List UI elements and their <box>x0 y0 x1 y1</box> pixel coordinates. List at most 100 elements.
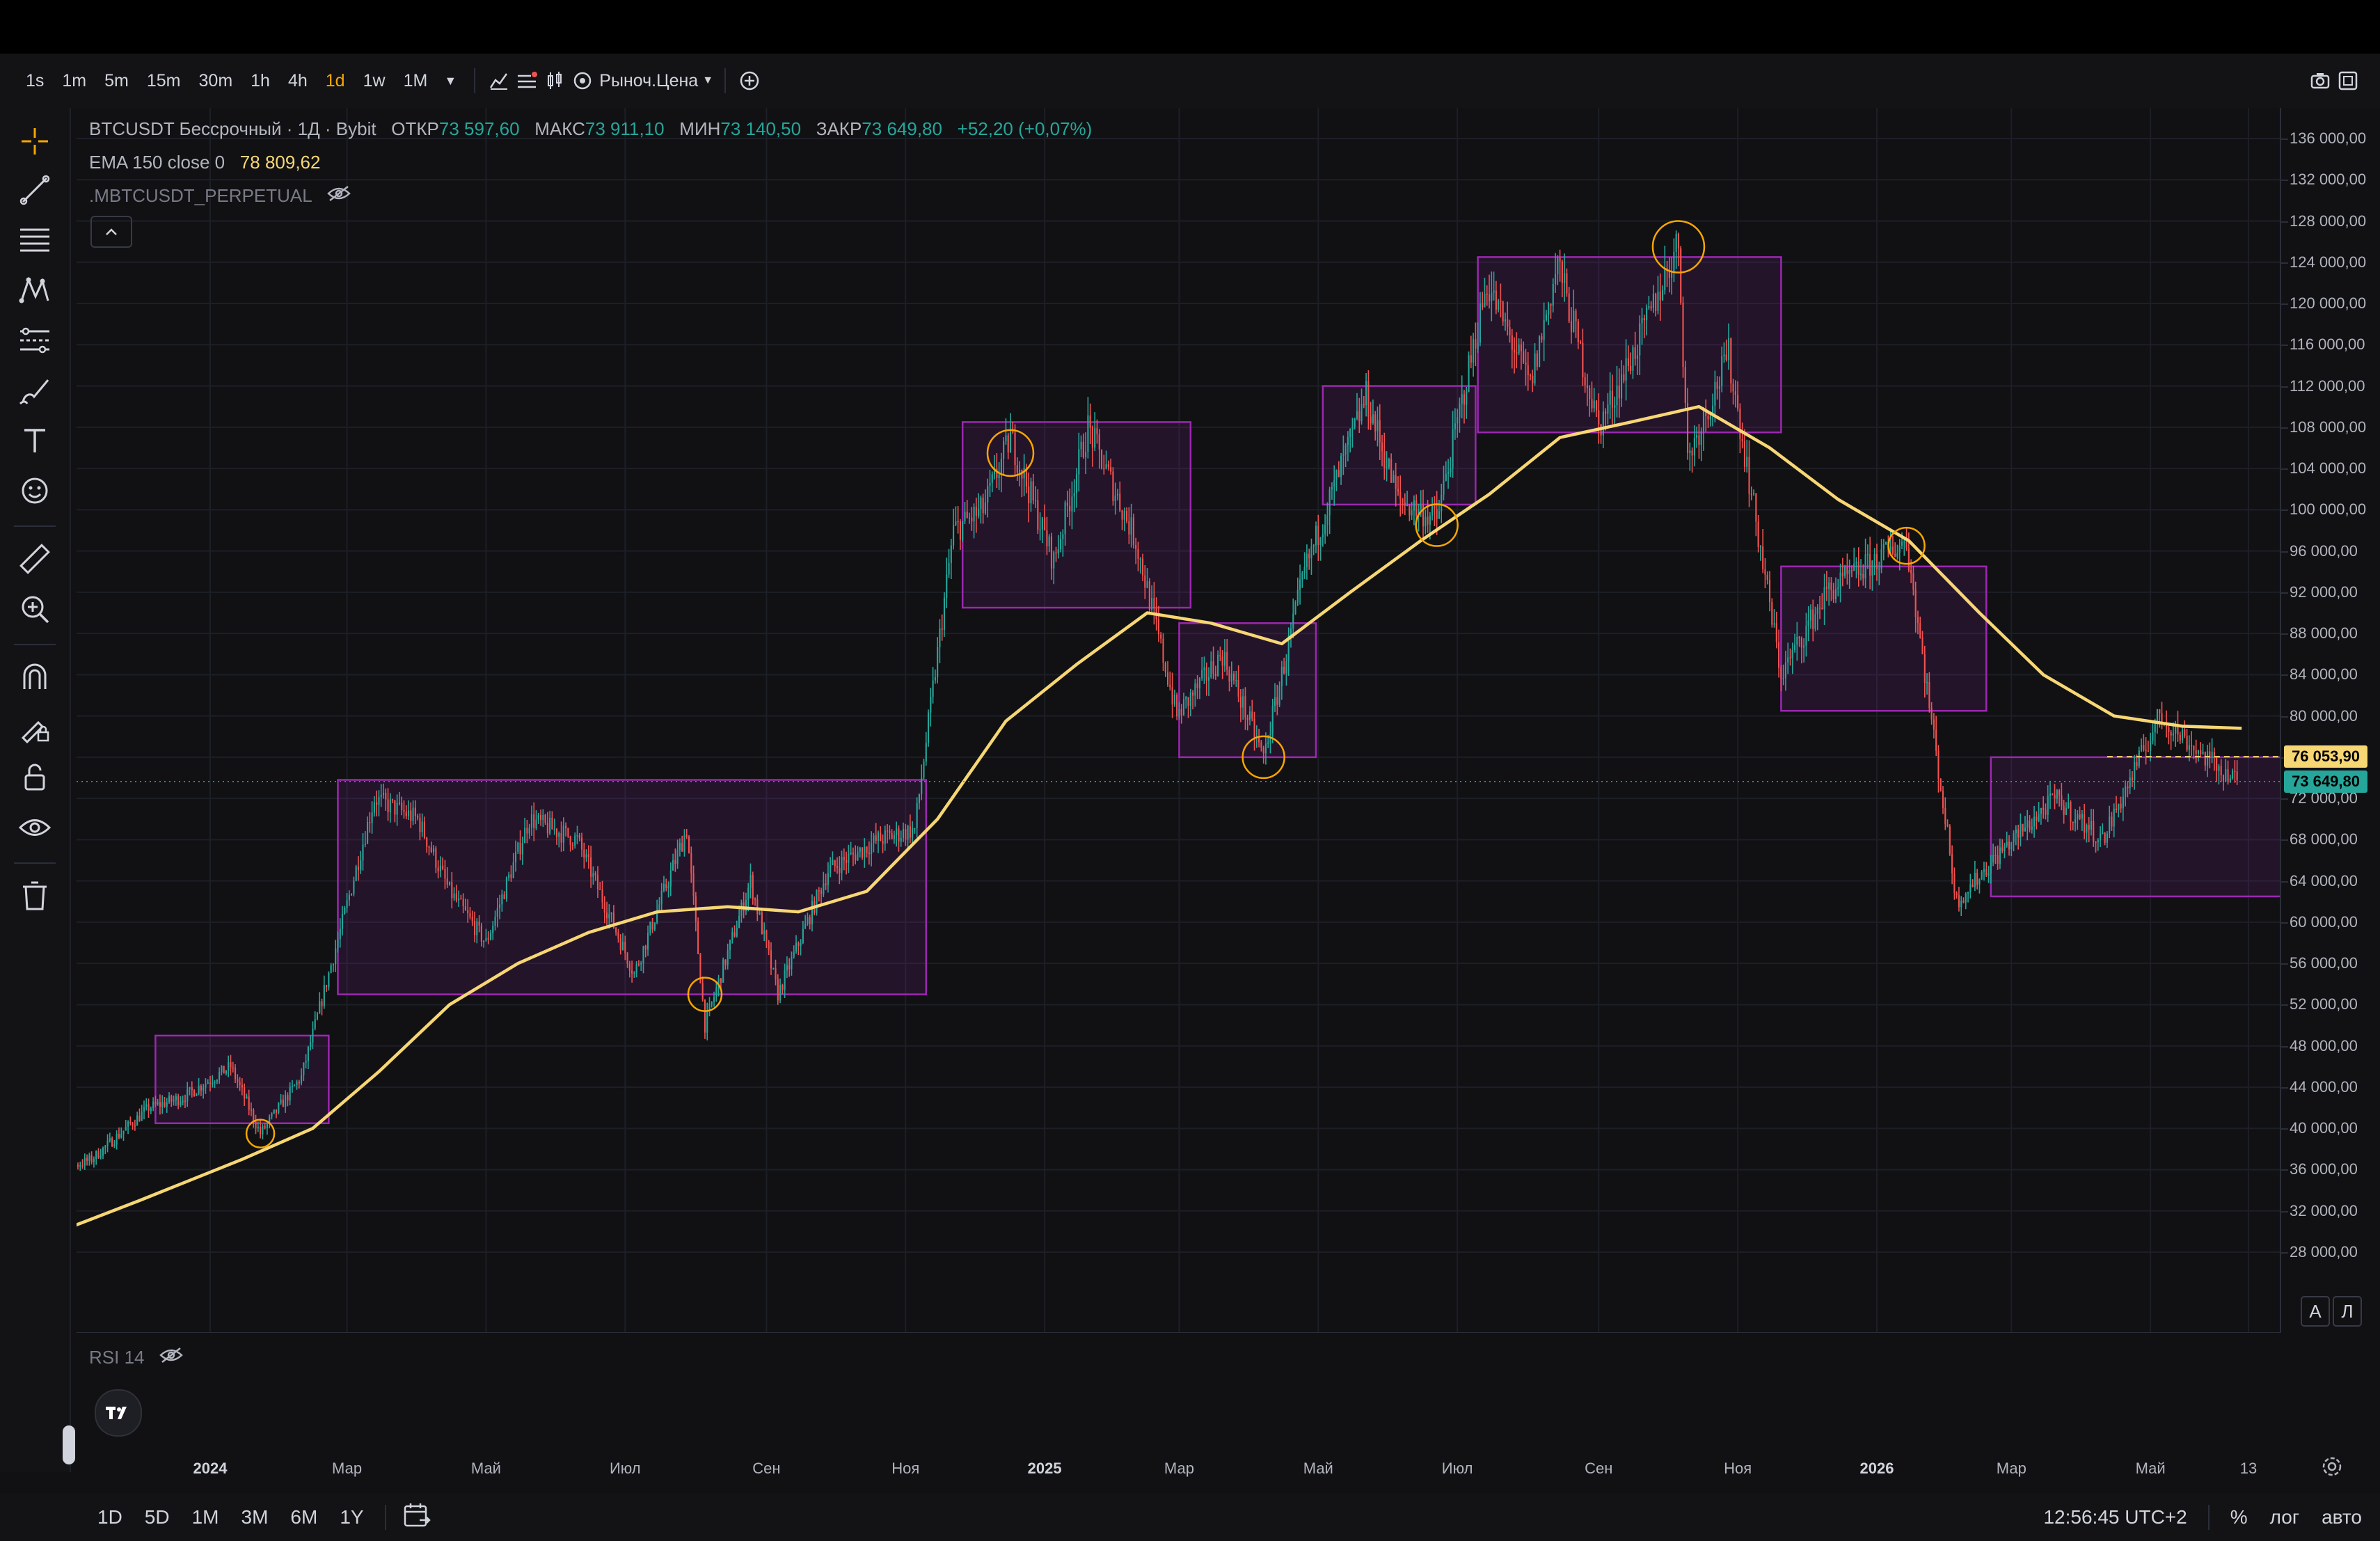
legend-symbol[interactable]: BTCUSDT Бессрочный · 1Д · Bybit <box>89 118 376 139</box>
candle-body <box>1012 431 1014 433</box>
interval-30m[interactable]: 30m <box>190 71 242 91</box>
collapse-legend-button[interactable] <box>90 216 132 248</box>
candle-body <box>2179 734 2181 741</box>
legend-close-label: ЗАКР <box>816 118 862 139</box>
calendar-icon[interactable] <box>396 1502 438 1532</box>
candles-icon[interactable] <box>541 67 569 95</box>
chart-type-line-icon[interactable] <box>485 67 513 95</box>
candle-body <box>2152 732 2154 741</box>
log-scale-button[interactable]: Л <box>2333 1296 2362 1327</box>
camera-icon[interactable] <box>2306 67 2334 95</box>
emoji-icon[interactable] <box>15 471 54 510</box>
candle-body <box>471 917 473 922</box>
crosshair-icon[interactable] <box>15 122 54 161</box>
candle-body <box>79 1165 81 1167</box>
interval-1m[interactable]: 1m <box>53 71 95 91</box>
candle-body <box>1182 699 1185 716</box>
tradingview-logo[interactable] <box>95 1389 142 1437</box>
pattern-icon[interactable] <box>15 271 54 310</box>
candle-body <box>266 1123 268 1128</box>
candle-body <box>752 874 754 899</box>
candle-body <box>376 802 378 805</box>
text-tool-icon[interactable] <box>15 421 54 460</box>
candle-body <box>1502 301 1504 322</box>
legend-index[interactable]: .MBTCUSDT_PERPETUAL <box>89 185 351 207</box>
auto-scale-button[interactable]: A <box>2301 1296 2330 1327</box>
zoom-in-icon[interactable] <box>15 590 54 629</box>
candle-body <box>1319 537 1322 546</box>
interval-15m[interactable]: 15m <box>138 71 190 91</box>
axis-settings-icon[interactable] <box>2320 1455 2344 1482</box>
lock-icon[interactable] <box>15 758 54 797</box>
trash-icon[interactable] <box>15 876 54 915</box>
candle-body <box>1714 381 1716 406</box>
interval-dropdown-chevron-icon[interactable]: ▼ <box>436 67 464 95</box>
eye-icon[interactable] <box>15 808 54 847</box>
candle-body <box>1707 416 1709 420</box>
candle-body <box>788 965 791 970</box>
interval-1w[interactable]: 1w <box>354 71 395 91</box>
interval-4h[interactable]: 4h <box>279 71 317 91</box>
rsi-legend[interactable]: RSI 14 <box>89 1347 184 1368</box>
candle-body <box>1741 438 1743 441</box>
hidden-eye-icon[interactable] <box>327 185 351 206</box>
candle-body <box>487 938 489 940</box>
candle-body <box>1324 524 1326 535</box>
log-toggle[interactable]: лог <box>2259 1506 2310 1528</box>
candle-body <box>1221 656 1223 666</box>
trend-line-icon[interactable] <box>15 171 54 210</box>
price-type-chevron-icon[interactable]: ▼ <box>701 67 715 95</box>
range-1Y[interactable]: 1Y <box>328 1506 374 1528</box>
brush-icon[interactable] <box>15 371 54 410</box>
candle-body <box>1023 467 1025 479</box>
top-black-bar <box>0 0 2380 54</box>
candle-body <box>1075 474 1078 493</box>
auto-toggle[interactable]: авто <box>2310 1506 2373 1528</box>
candle-body <box>1930 708 1933 720</box>
price-chart[interactable] <box>77 108 2281 1333</box>
fib-retracement-icon[interactable] <box>15 221 54 260</box>
candle-body <box>1000 458 1002 475</box>
candle-body <box>1784 662 1787 679</box>
candle-body <box>772 967 775 970</box>
time-tick-label: Май <box>1303 1460 1333 1477</box>
clock-time[interactable]: 12:56:45 UTC+2 <box>2032 1506 2198 1528</box>
lock-drawings-icon[interactable] <box>15 708 54 747</box>
candle-body <box>1431 505 1434 516</box>
interval-1h[interactable]: 1h <box>241 71 279 91</box>
candle-body <box>1928 682 1930 709</box>
legend-ema[interactable]: EMA 150 close 0 78 809,62 <box>89 152 320 173</box>
indicators-icon[interactable] <box>513 67 541 95</box>
rsi-hidden-eye-icon[interactable] <box>159 1347 184 1368</box>
interval-1d[interactable]: 1d <box>317 71 354 91</box>
range-6M[interactable]: 6M <box>279 1506 328 1528</box>
candle-body <box>1212 661 1214 674</box>
range-3M[interactable]: 3M <box>230 1506 280 1528</box>
candle-body <box>492 925 494 933</box>
candle-body <box>145 1104 148 1107</box>
time-tick-label: Ноя <box>1724 1460 1752 1477</box>
range-1D[interactable]: 1D <box>86 1506 134 1528</box>
candle-body <box>946 574 948 598</box>
candle-body <box>1655 293 1657 311</box>
range-1M[interactable]: 1M <box>181 1506 230 1528</box>
candle-body <box>1393 475 1395 483</box>
interval-1s[interactable]: 1s <box>17 71 53 91</box>
panel-resize-handle[interactable] <box>63 1425 75 1464</box>
magnet-icon[interactable] <box>15 658 54 697</box>
price-type-select[interactable]: Рыноч.Цена <box>596 71 701 91</box>
forecast-icon[interactable] <box>15 321 54 360</box>
fullscreen-icon[interactable] <box>2334 67 2362 95</box>
interval-1M[interactable]: 1M <box>395 71 437 91</box>
candle-body <box>1939 778 1942 791</box>
percent-toggle[interactable]: % <box>2219 1506 2259 1528</box>
range-5D[interactable]: 5D <box>134 1506 181 1528</box>
candle-body <box>937 647 939 678</box>
add-plus-icon[interactable] <box>736 67 763 95</box>
candle-body <box>1646 308 1648 321</box>
interval-5m[interactable]: 5m <box>95 71 138 91</box>
candle-body <box>1479 303 1481 343</box>
price-source-icon[interactable] <box>569 67 596 95</box>
ruler-icon[interactable] <box>15 539 54 578</box>
candle-body <box>1242 696 1244 708</box>
